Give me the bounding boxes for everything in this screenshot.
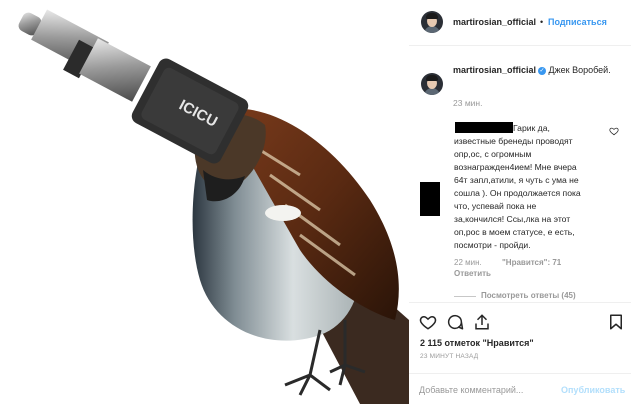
publish-button[interactable]: Опубликовать xyxy=(561,385,625,395)
comment-likes[interactable]: "Нравится": 71 xyxy=(502,258,561,267)
replies-divider xyxy=(454,296,476,297)
view-replies-button[interactable]: Посмотреть ответы (45) xyxy=(481,291,576,300)
caption-avatar[interactable] xyxy=(421,73,443,95)
author-avatar[interactable] xyxy=(421,11,443,33)
comment-time[interactable]: 22 мин. xyxy=(454,258,482,267)
caption-text: Джек Воробей. xyxy=(548,65,611,75)
author-username[interactable]: martirosian_official xyxy=(453,17,536,27)
sparrow-jack-plug-illustration: ICICU xyxy=(18,9,409,404)
bookmark-icon[interactable] xyxy=(607,313,625,331)
comment-text: Гарик да, известные бренеды проводят опр… xyxy=(454,123,581,250)
post-image[interactable]: ICICU xyxy=(0,0,410,404)
comment-icon[interactable] xyxy=(446,313,464,331)
post-time[interactable]: 23 МИНУТ НАЗАД xyxy=(420,353,478,360)
follow-button[interactable]: Подписаться xyxy=(548,17,607,27)
caption-time[interactable]: 23 мин. xyxy=(453,98,482,108)
share-icon[interactable] xyxy=(473,313,491,331)
reply-button[interactable]: Ответить xyxy=(454,269,491,278)
add-comment-bar: Добавьте комментарий... Опубликовать xyxy=(409,373,631,405)
caption: martirosian_official ✓ Джек Воробей. xyxy=(453,64,623,77)
comment-input[interactable]: Добавьте комментарий... xyxy=(419,385,523,395)
post-header: martirosian_official • Подписаться xyxy=(409,0,631,46)
post-details-panel: martirosian_official • Подписаться marti… xyxy=(409,0,631,404)
redacted-avatar xyxy=(420,182,440,216)
caption-username[interactable]: martirosian_official xyxy=(453,65,536,75)
like-comment-heart-icon[interactable] xyxy=(609,126,619,136)
likes-count[interactable]: 2 115 отметок "Нравится" xyxy=(420,338,534,348)
verified-badge-icon: ✓ xyxy=(538,66,547,75)
heart-icon[interactable] xyxy=(419,313,437,331)
header-separator: • xyxy=(540,17,544,27)
instagram-post-window: ICICU martirosian_official • Подписаться… xyxy=(0,0,631,404)
